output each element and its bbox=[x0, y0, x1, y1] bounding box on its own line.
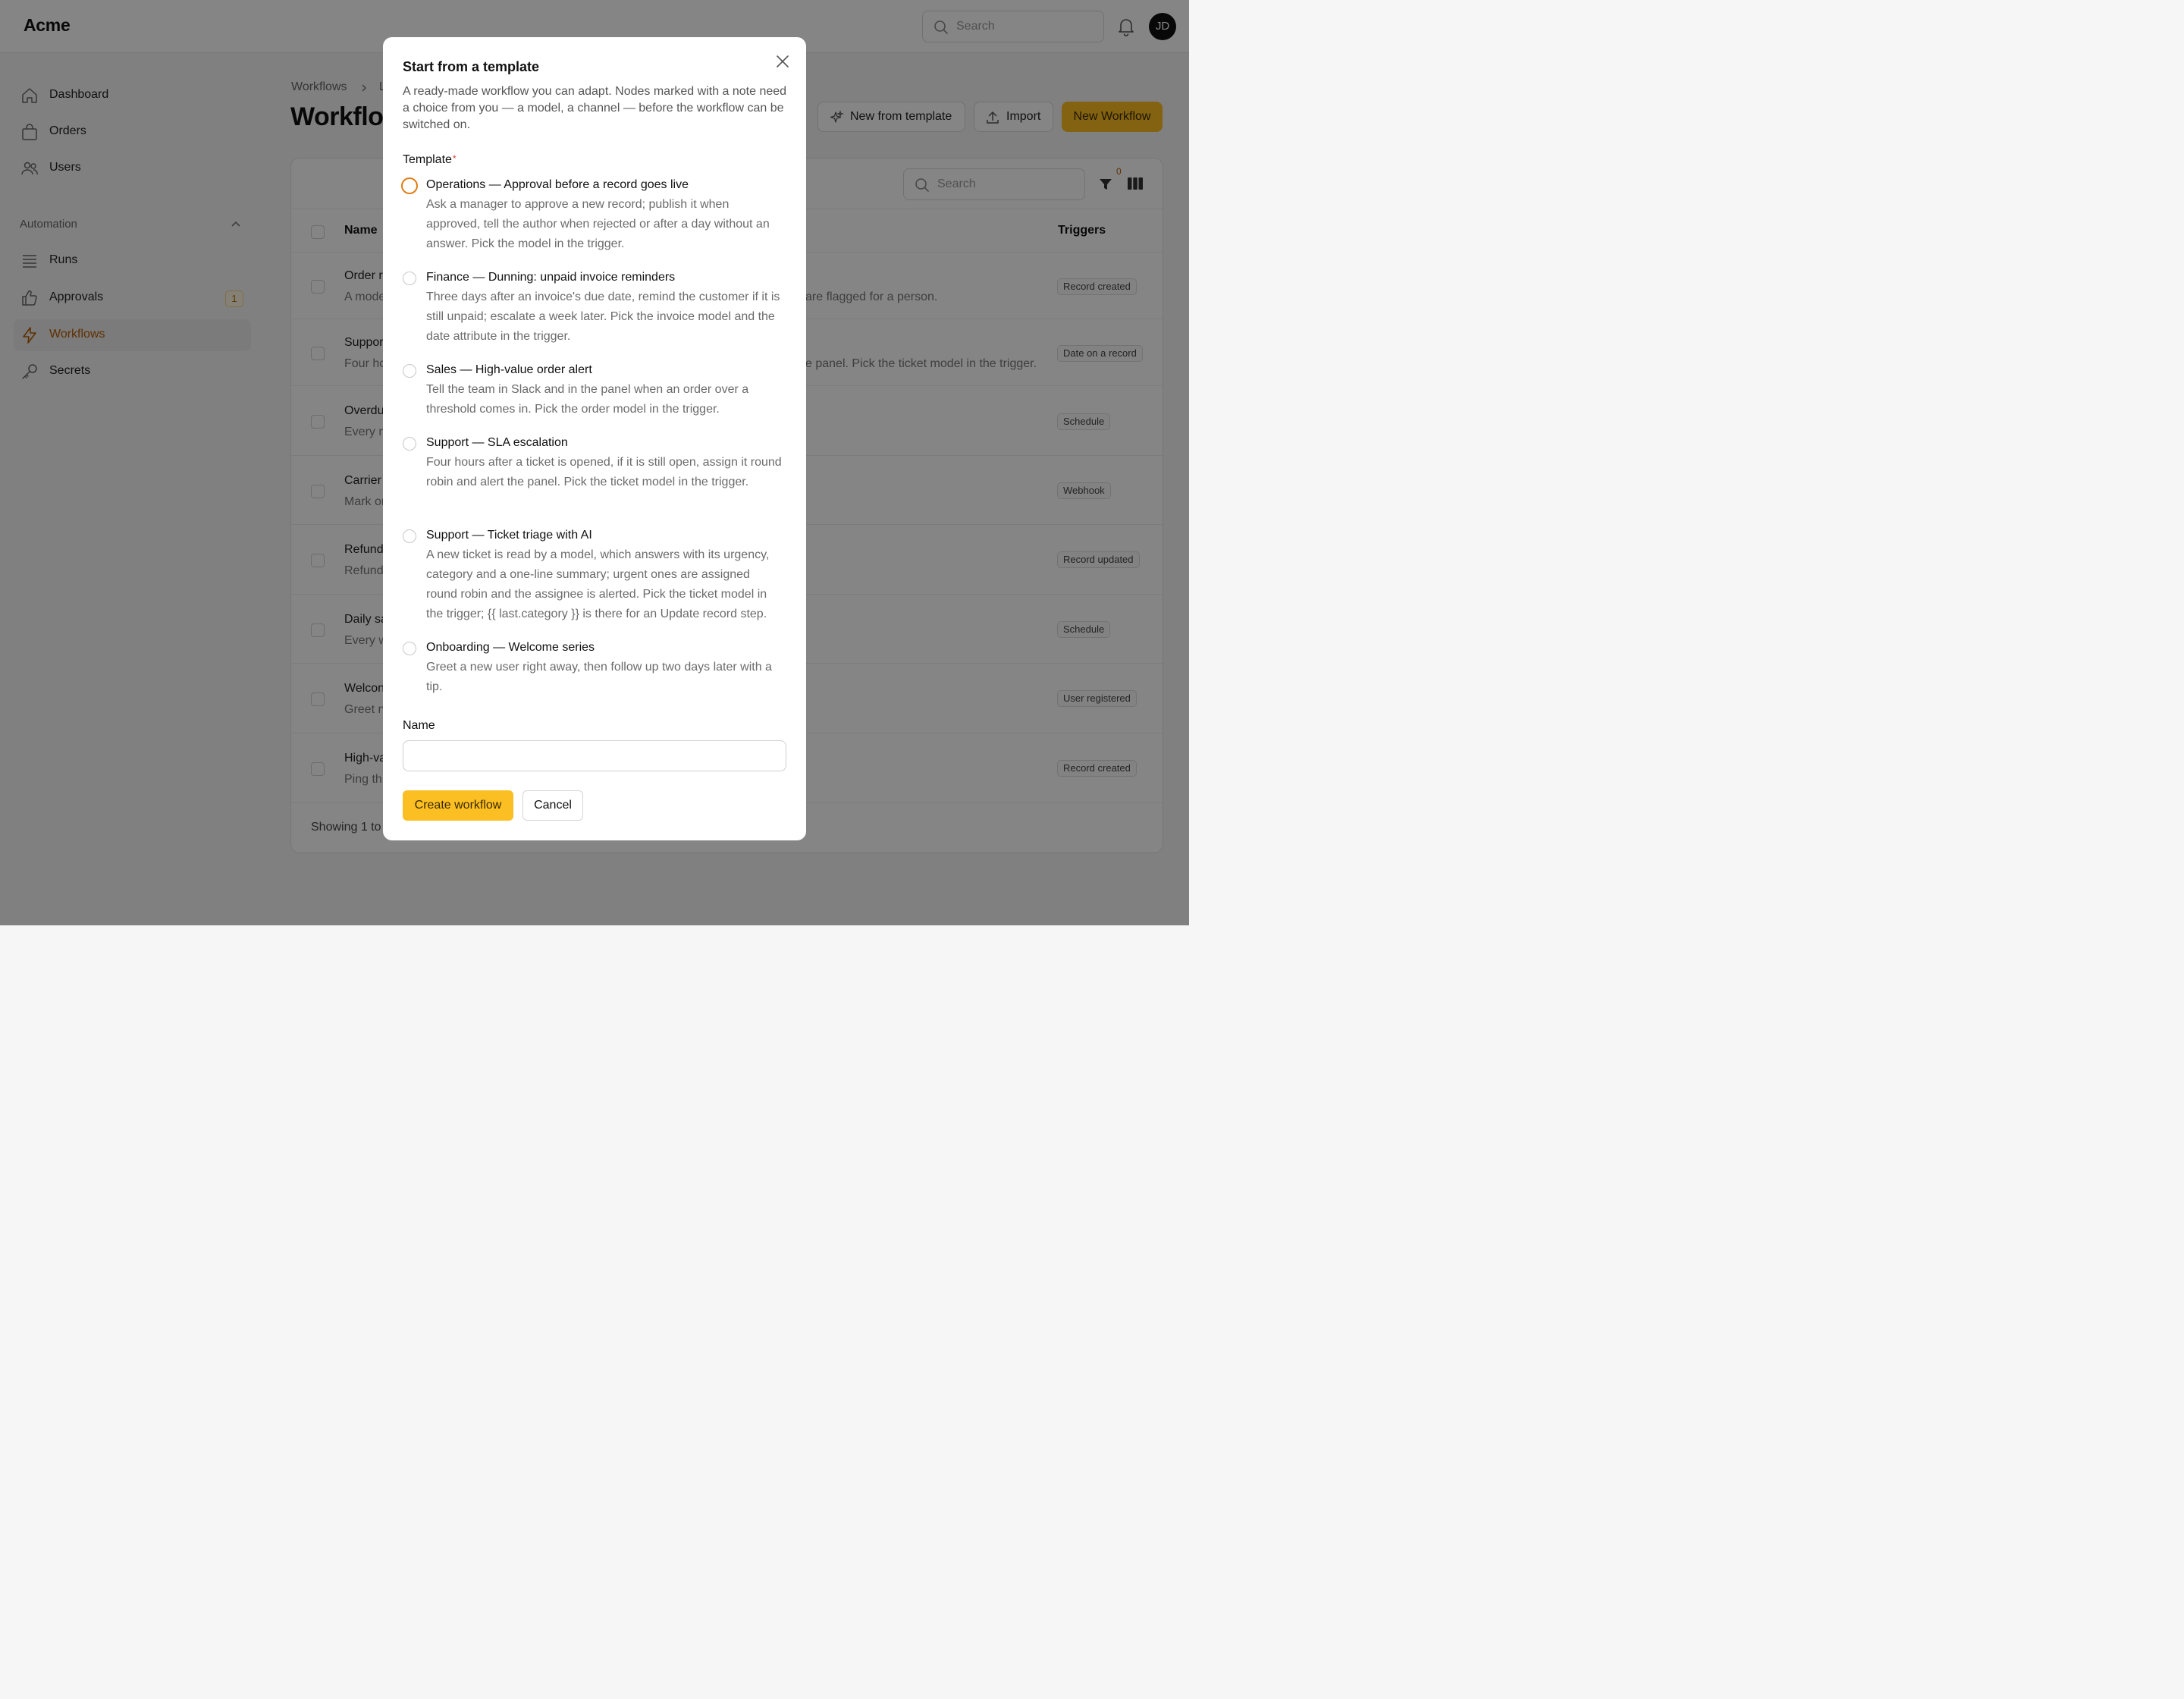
modal-title: Start from a template bbox=[403, 59, 540, 74]
cancel-button[interactable]: Cancel bbox=[522, 790, 583, 821]
close-icon[interactable] bbox=[774, 52, 792, 71]
template-option-ticket-triage[interactable]: Support — Ticket triage with AI A new ti… bbox=[403, 529, 789, 624]
template-label-text: Template bbox=[403, 153, 452, 166]
template-option-title: Support — SLA escalation bbox=[426, 436, 568, 449]
workflow-name-input[interactable] bbox=[403, 740, 786, 771]
template-option-description: Three days after an invoice's due date, … bbox=[426, 290, 780, 343]
name-field-label: Name bbox=[403, 719, 435, 732]
template-radio[interactable] bbox=[403, 642, 416, 655]
template-option-operations[interactable]: Operations — Approval before a record go… bbox=[401, 177, 789, 254]
template-radio[interactable] bbox=[403, 437, 416, 451]
template-option-sales[interactable]: Sales — High-value order alert Tell the … bbox=[403, 363, 789, 419]
template-option-title: Finance — Dunning: unpaid invoice remind… bbox=[426, 271, 676, 284]
template-option-description: Ask a manager to approve a new record; p… bbox=[426, 198, 770, 250]
template-option-title: Sales — High-value order alert bbox=[426, 363, 592, 376]
template-option-title: Support — Ticket triage with AI bbox=[426, 529, 592, 542]
template-radio[interactable] bbox=[403, 529, 416, 543]
template-radio[interactable] bbox=[403, 272, 416, 285]
template-option-title: Operations — Approval before a record go… bbox=[426, 178, 689, 191]
required-mark: * bbox=[452, 153, 457, 164]
template-option-onboarding[interactable]: Onboarding — Welcome series Greet a new … bbox=[403, 641, 789, 697]
modal-description: A ready-made workflow you can adapt. Nod… bbox=[403, 85, 787, 131]
template-modal: Start from a template A ready-made workf… bbox=[383, 37, 806, 840]
template-radio[interactable] bbox=[401, 177, 418, 194]
template-option-sla-escalation[interactable]: Support — SLA escalation Four hours afte… bbox=[403, 436, 789, 512]
template-option-title: Onboarding — Welcome series bbox=[426, 641, 595, 654]
template-option-description: Four hours after a ticket is opened, if … bbox=[426, 456, 782, 488]
create-workflow-button[interactable]: Create workflow bbox=[403, 790, 513, 821]
template-option-description: A new ticket is read by a model, which a… bbox=[426, 548, 770, 620]
template-option-finance[interactable]: Finance — Dunning: unpaid invoice remind… bbox=[403, 271, 789, 347]
template-field-label: Template* bbox=[403, 153, 457, 167]
template-option-description: Tell the team in Slack and in the panel … bbox=[426, 383, 749, 416]
template-option-description: Greet a new user right away, then follow… bbox=[426, 661, 772, 693]
template-radio[interactable] bbox=[403, 364, 416, 378]
